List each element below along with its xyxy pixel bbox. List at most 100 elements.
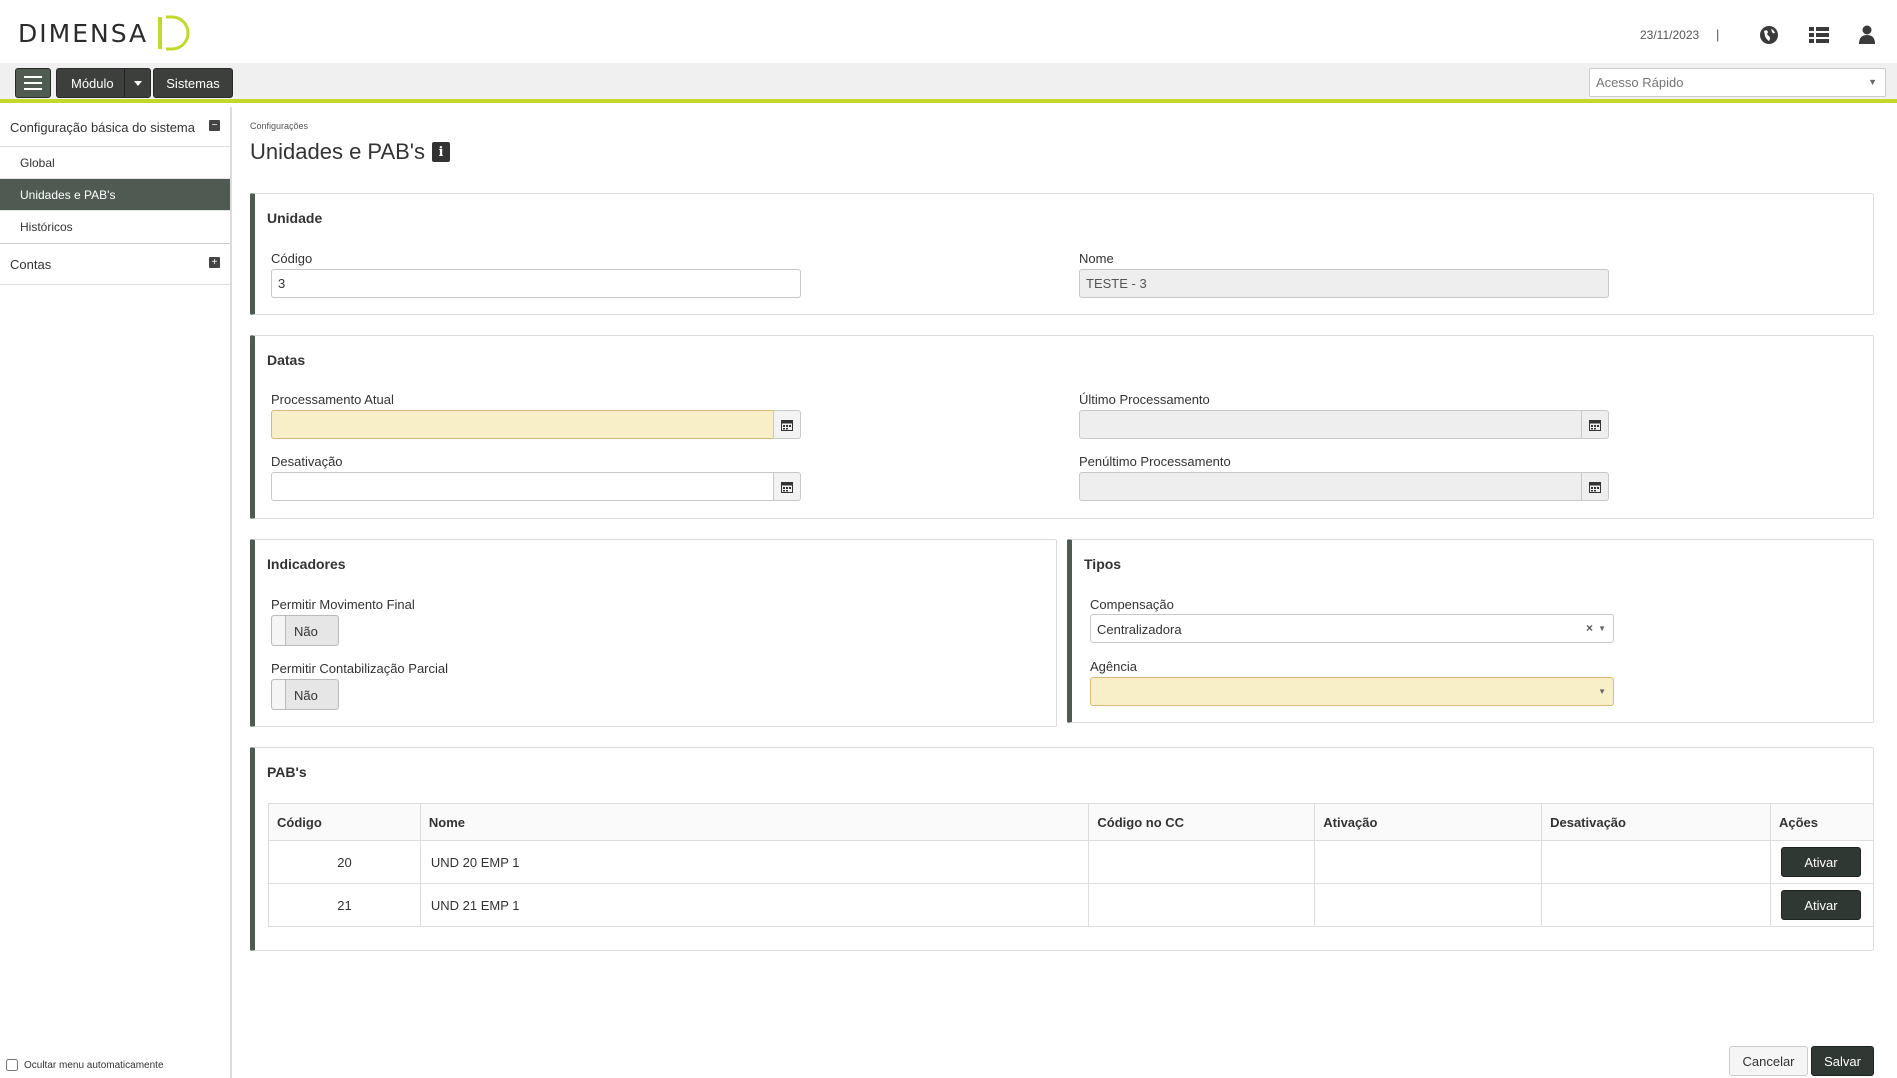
chevron-down-icon: ▼ xyxy=(1598,624,1606,633)
modulo-label: Módulo xyxy=(71,75,114,91)
tipos-panel: Tipos Compensação Centralizadora × ▼ Agê… xyxy=(1067,539,1874,723)
header-date: 23/11/2023 xyxy=(1640,28,1700,42)
hide-menu-label: Ocultar menu automaticamente xyxy=(24,1059,164,1071)
cell-nome: UND 21 EMP 1 xyxy=(419,883,1090,927)
mov-final-label: Permitir Movimento Final xyxy=(271,597,415,612)
calendar-icon[interactable] xyxy=(773,472,801,501)
cell-ativacao xyxy=(1314,883,1543,927)
contab-parcial-label: Permitir Contabilização Parcial xyxy=(271,661,449,676)
modulo-button[interactable]: Módulo xyxy=(56,68,151,98)
clear-icon[interactable]: × xyxy=(1586,621,1593,635)
table-header-row: Código Nome Código no CC Ativação Desati… xyxy=(268,803,1875,841)
pabs-panel: PAB's Código Nome Código no CC Ativação … xyxy=(250,747,1875,951)
app-header: Dimensa 23/11/2023 | xyxy=(0,0,1897,63)
cell-acoes: Ativar xyxy=(1769,883,1875,927)
mov-final-toggle[interactable]: Não xyxy=(271,615,339,646)
sidebar: Configuração básica do sistema − Global … xyxy=(0,107,232,1078)
nome-label: Nome xyxy=(1079,251,1114,266)
col-nome[interactable]: Nome xyxy=(419,803,1090,841)
hide-menu-option[interactable]: Ocultar menu automaticamente xyxy=(6,1059,164,1071)
pabs-title: PAB's xyxy=(267,764,307,780)
calendar-icon xyxy=(1581,472,1609,501)
quick-access-select[interactable]: ▼ xyxy=(1589,68,1886,97)
user-icon[interactable] xyxy=(1856,24,1878,46)
caret-down-icon[interactable] xyxy=(124,69,150,97)
cell-desativacao xyxy=(1541,883,1771,927)
hamburger-menu-button[interactable] xyxy=(15,68,51,98)
col-codigo-cc[interactable]: Código no CC xyxy=(1088,803,1316,841)
cancel-button[interactable]: Cancelar xyxy=(1729,1046,1808,1076)
proc-atual-input[interactable] xyxy=(271,410,775,439)
cell-nome: UND 20 EMP 1 xyxy=(419,840,1090,884)
list-icon[interactable] xyxy=(1808,24,1830,46)
compensacao-value: Centralizadora xyxy=(1097,622,1182,637)
sidebar-group-contas[interactable]: Contas + xyxy=(0,243,230,285)
chevron-down-icon: ▼ xyxy=(1868,77,1877,87)
hide-menu-checkbox[interactable] xyxy=(6,1059,18,1071)
dimensa-logo: Dimensa xyxy=(18,14,190,52)
cell-ativacao xyxy=(1314,840,1543,884)
desativacao-label: Desativação xyxy=(271,454,343,469)
page-title-text: Unidades e PAB's xyxy=(250,139,426,164)
calendar-icon[interactable] xyxy=(773,410,801,439)
sidebar-item-unidades[interactable]: Unidades e PAB's xyxy=(0,179,230,211)
globe-icon[interactable] xyxy=(1758,24,1780,46)
col-desativacao[interactable]: Desativação xyxy=(1541,803,1771,841)
toggle-label: Não xyxy=(294,624,318,639)
ultimo-proc-field xyxy=(1079,410,1609,439)
logo-text: Dimensa xyxy=(18,18,149,48)
col-codigo[interactable]: Código xyxy=(268,803,421,841)
agencia-select[interactable]: ▼ xyxy=(1090,677,1614,706)
agencia-label: Agência xyxy=(1090,659,1137,674)
calendar-icon xyxy=(1581,410,1609,439)
cell-codigo-cc xyxy=(1088,840,1316,884)
col-acoes: Ações xyxy=(1769,803,1875,841)
indicadores-title: Indicadores xyxy=(267,556,346,572)
toggle-knob xyxy=(272,680,286,709)
cell-codigo: 20 xyxy=(268,840,421,884)
sidebar-item-historicos[interactable]: Históricos xyxy=(0,211,230,243)
sidebar-group-config[interactable]: Configuração básica do sistema − xyxy=(0,107,230,147)
datas-title: Datas xyxy=(267,352,306,368)
unidade-panel: Unidade Código Nome xyxy=(250,193,1874,315)
tipos-title: Tipos xyxy=(1084,556,1122,572)
header-separator: | xyxy=(1716,27,1720,42)
col-ativacao[interactable]: Ativação xyxy=(1314,803,1543,841)
breadcrumb[interactable]: Configurações xyxy=(250,121,308,131)
proc-atual-label: Processamento Atual xyxy=(271,392,394,407)
ultimo-proc-label: Último Processamento xyxy=(1079,392,1210,407)
codigo-label: Código xyxy=(271,251,313,266)
pabs-table: Código Nome Código no CC Ativação Desati… xyxy=(268,803,1875,927)
contab-parcial-toggle[interactable]: Não xyxy=(271,679,339,710)
codigo-input[interactable] xyxy=(271,269,801,298)
sidebar-group-label: Configuração básica do sistema xyxy=(10,120,195,135)
desativacao-input[interactable] xyxy=(271,472,775,501)
cell-acoes: Ativar xyxy=(1769,840,1875,884)
toggle-label: Não xyxy=(294,688,318,703)
cell-codigo-cc xyxy=(1088,883,1316,927)
penultimo-proc-label: Penúltimo Processamento xyxy=(1079,454,1231,469)
save-button[interactable]: Salvar xyxy=(1811,1046,1874,1076)
collapse-icon[interactable]: − xyxy=(209,120,220,131)
penultimo-proc-input xyxy=(1079,472,1583,501)
quick-access-input[interactable] xyxy=(1590,69,1850,96)
ativar-button[interactable]: Ativar xyxy=(1780,847,1861,877)
compensacao-select[interactable]: Centralizadora × ▼ xyxy=(1090,614,1614,643)
info-icon[interactable]: i xyxy=(432,142,451,162)
sidebar-item-global[interactable]: Global xyxy=(0,147,230,179)
proc-atual-field xyxy=(271,410,801,439)
sistemas-button[interactable]: Sistemas xyxy=(153,68,233,98)
cell-codigo: 21 xyxy=(268,883,421,927)
chevron-down-icon: ▼ xyxy=(1598,687,1606,696)
expand-icon[interactable]: + xyxy=(209,257,220,268)
desativacao-field xyxy=(271,472,801,501)
indicadores-panel: Indicadores Permitir Movimento Final Não… xyxy=(250,539,1057,727)
cell-desativacao xyxy=(1541,840,1771,884)
nome-input xyxy=(1079,269,1609,298)
ativar-button[interactable]: Ativar xyxy=(1780,890,1861,920)
logo-mark-icon xyxy=(158,15,190,51)
table-row: 20 UND 20 EMP 1 Ativar xyxy=(268,840,1875,884)
sidebar-group-label: Contas xyxy=(10,257,52,272)
ultimo-proc-input xyxy=(1079,410,1583,439)
penultimo-proc-field xyxy=(1079,472,1609,501)
